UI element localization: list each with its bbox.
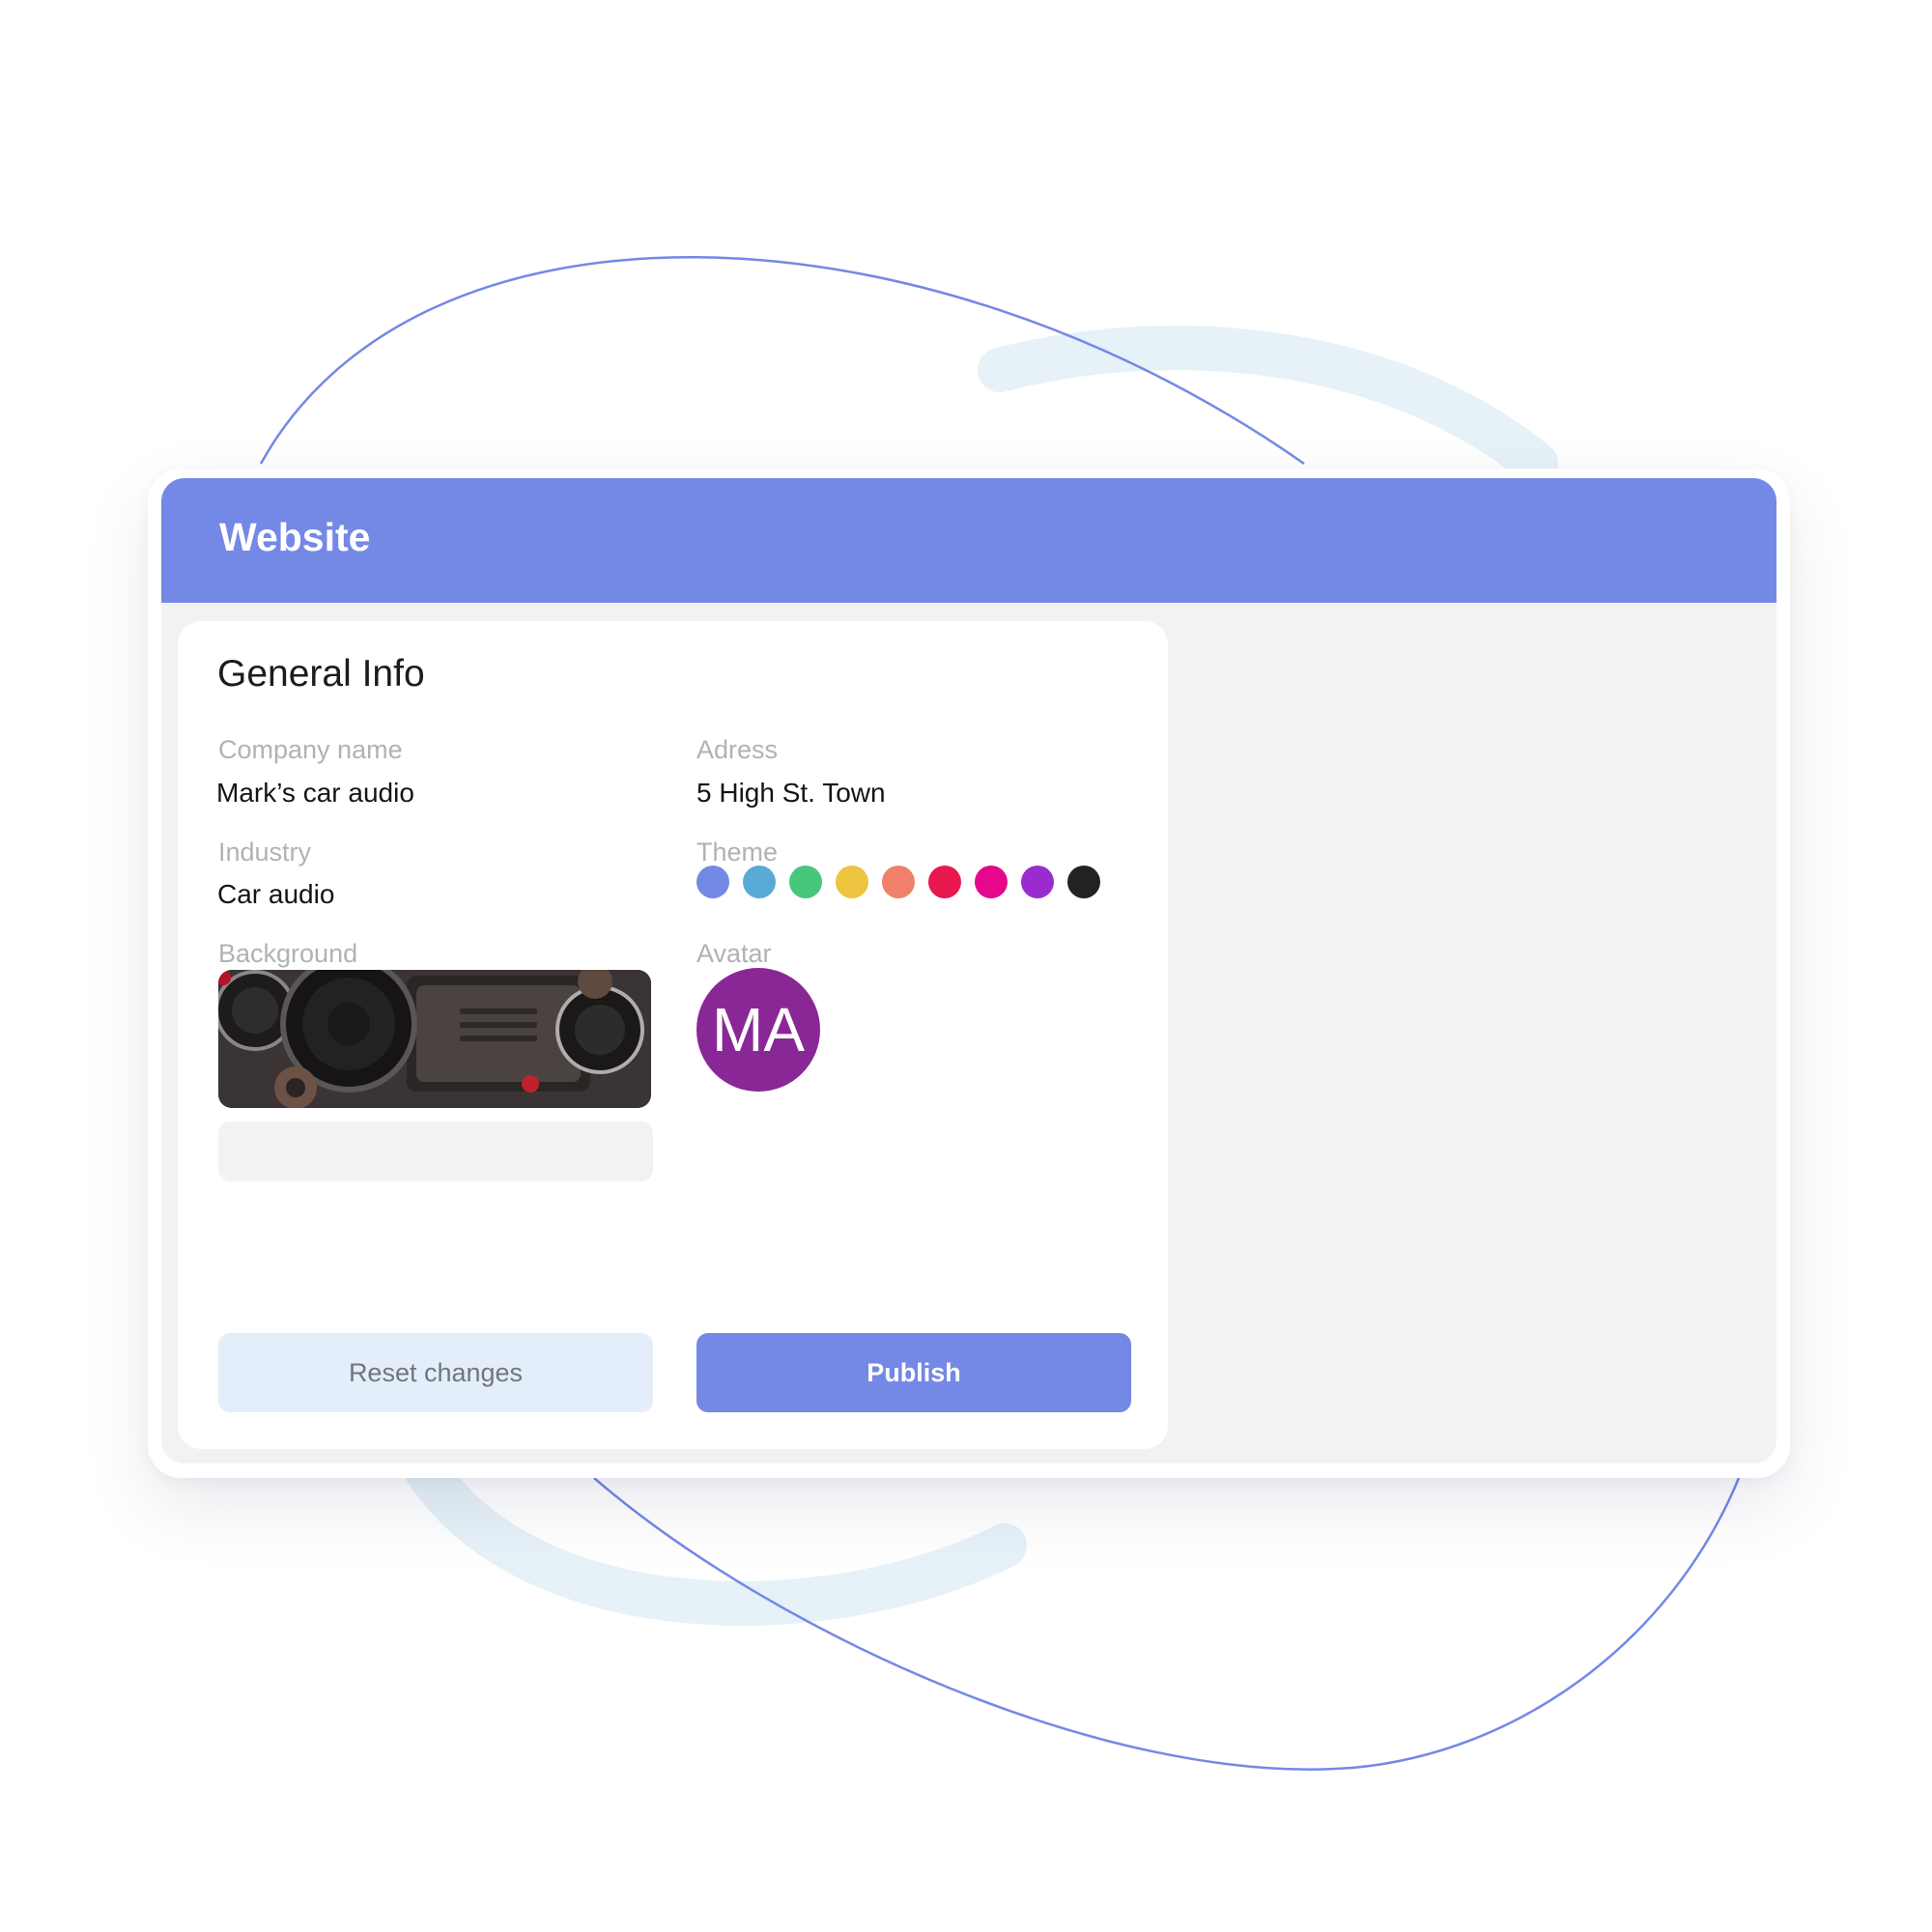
theme-color-swatch-9[interactable] <box>1067 866 1100 898</box>
avatar-label: Avatar <box>696 939 772 968</box>
general-info-card: General Info Company name Mark’s car aud… <box>178 621 1168 1449</box>
theme-color-swatches <box>696 866 1100 898</box>
theme-color-swatch-7[interactable] <box>975 866 1008 898</box>
reset-changes-button[interactable]: Reset changes <box>218 1333 653 1412</box>
industry-label: Industry <box>218 838 312 867</box>
theme-color-swatch-6[interactable] <box>928 866 961 898</box>
avatar[interactable]: MA <box>696 968 820 1092</box>
background-upload-field[interactable] <box>218 1122 653 1181</box>
car-audio-speakers-image <box>218 970 651 1108</box>
theme-color-swatch-3[interactable] <box>789 866 822 898</box>
decorative-brush-stroke-top <box>978 326 1558 486</box>
general-info-title: General Info <box>217 653 425 695</box>
industry-value[interactable]: Car audio <box>217 879 334 910</box>
company-name-value[interactable]: Mark’s car audio <box>216 778 414 809</box>
decorative-brush-stroke-bottom <box>403 1446 1027 1626</box>
theme-color-swatch-5[interactable] <box>882 866 915 898</box>
theme-color-swatch-1[interactable] <box>696 866 729 898</box>
background-label: Background <box>218 939 358 968</box>
background-image[interactable] <box>218 970 651 1108</box>
decorative-orbit-line-bottom <box>593 1477 1741 1771</box>
stage: Website General Info Company name Mark’s… <box>0 0 1932 1932</box>
publish-button[interactable]: Publish <box>696 1333 1131 1412</box>
website-window: Website General Info Company name Mark’s… <box>148 469 1790 1478</box>
window-title: Website <box>219 515 371 559</box>
theme-label: Theme <box>696 838 779 867</box>
decorative-orbit-line-top <box>259 256 1305 466</box>
window-header: Website <box>161 478 1776 603</box>
window-content: Website General Info Company name Mark’s… <box>161 478 1776 1463</box>
address-value[interactable]: 5 High St. Town <box>696 778 886 809</box>
theme-color-swatch-4[interactable] <box>836 866 868 898</box>
address-label: Adress <box>696 735 779 764</box>
theme-color-swatch-2[interactable] <box>743 866 776 898</box>
company-name-label: Company name <box>218 735 403 764</box>
theme-color-swatch-8[interactable] <box>1021 866 1054 898</box>
